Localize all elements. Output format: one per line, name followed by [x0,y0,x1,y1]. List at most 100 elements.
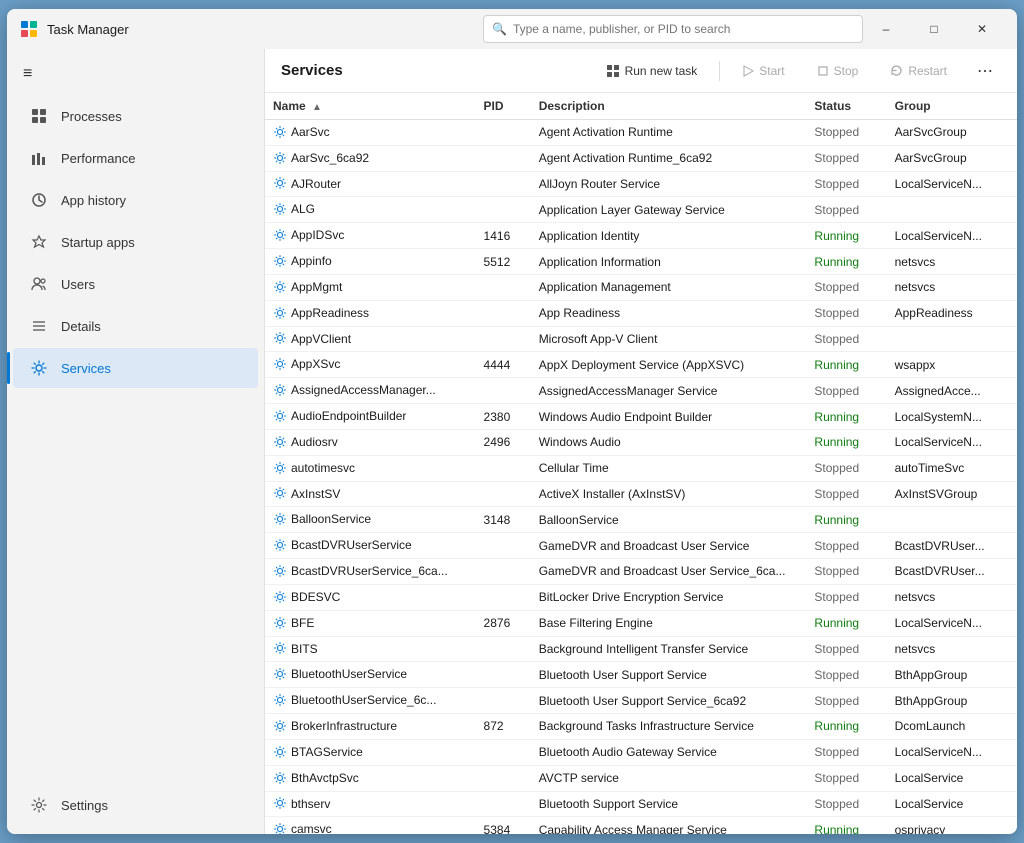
table-row[interactable]: BluetoothUserService_6c... Bluetooth Use… [265,688,1017,714]
cell-pid: 2496 [476,429,531,455]
cell-pid: 4444 [476,352,531,378]
table-row[interactable]: AppMgmt Application Management Stopped n… [265,274,1017,300]
services-table: Name ▲ PID Description Status Group AarS… [265,93,1017,834]
sidebar-item-processes[interactable]: Processes [13,96,258,136]
cell-name: AarSvc [265,120,476,146]
cell-description: BalloonService [531,507,807,533]
sidebar-item-settings[interactable]: Settings [13,785,258,825]
table-row[interactable]: BDESVC BitLocker Drive Encryption Servic… [265,584,1017,610]
sidebar-label-details: Details [61,319,101,334]
sidebar-item-details[interactable]: Details [13,306,258,346]
search-input[interactable] [513,22,854,36]
col-header-pid[interactable]: PID [476,93,531,120]
cell-name: BITS [265,636,476,662]
run-new-task-button[interactable]: Run new task [596,60,708,82]
cell-description: Windows Audio Endpoint Builder [531,404,807,430]
table-row[interactable]: AarSvc_6ca92 Agent Activation Runtime_6c… [265,145,1017,171]
hamburger-button[interactable]: ≡ [7,57,264,91]
table-row[interactable]: AudioEndpointBuilder 2380 Windows Audio … [265,404,1017,430]
cell-status: Stopped [806,300,886,326]
table-row[interactable]: BalloonService 3148 BalloonService Runni… [265,507,1017,533]
table-row[interactable]: BcastDVRUserService_6ca... GameDVR and B… [265,559,1017,585]
table-row[interactable]: AssignedAccessManager... AssignedAccessM… [265,378,1017,404]
table-row[interactable]: BITS Background Intelligent Transfer Ser… [265,636,1017,662]
table-row[interactable]: ALG Application Layer Gateway Service St… [265,197,1017,223]
cell-status: Stopped [806,481,886,507]
sidebar-label-processes: Processes [61,109,122,124]
table-row[interactable]: BcastDVRUserService GameDVR and Broadcas… [265,533,1017,559]
close-button[interactable]: ✕ [959,13,1005,45]
cell-pid: 3148 [476,507,531,533]
table-row[interactable]: AppXSvc 4444 AppX Deployment Service (Ap… [265,352,1017,378]
table-row[interactable]: BFE 2876 Base Filtering Engine Running L… [265,610,1017,636]
services-icon [29,358,49,378]
table-row[interactable]: bthserv Bluetooth Support Service Stoppe… [265,791,1017,817]
stop-icon [817,65,829,77]
table-row[interactable]: autotimesvc Cellular Time Stopped autoTi… [265,455,1017,481]
table-row[interactable]: AarSvc Agent Activation Runtime Stopped … [265,120,1017,146]
table-row[interactable]: BthAvctpSvc AVCTP service Stopped LocalS… [265,765,1017,791]
cell-status: Stopped [806,791,886,817]
col-header-group[interactable]: Group [887,93,1017,120]
cell-group [887,507,1017,533]
cell-name: AJRouter [265,171,476,197]
cell-pid [476,300,531,326]
cell-status: Stopped [806,662,886,688]
cell-description: Microsoft App-V Client [531,326,807,352]
restart-button[interactable]: Restart [880,60,957,82]
col-header-description[interactable]: Description [531,93,807,120]
table-row[interactable]: BrokerInfrastructure 872 Background Task… [265,714,1017,740]
cell-group: DcomLaunch [887,714,1017,740]
table-row[interactable]: AxInstSV ActiveX Installer (AxInstSV) St… [265,481,1017,507]
cell-status: Running [806,404,886,430]
start-button[interactable]: Start [732,60,794,82]
cell-group: netsvcs [887,636,1017,662]
sidebar-item-startup-apps[interactable]: Startup apps [13,222,258,262]
maximize-button[interactable]: □ [911,13,957,45]
titlebar: Task Manager 🔍 – □ ✕ [7,9,1017,49]
table-row[interactable]: AppVClient Microsoft App-V Client Stoppe… [265,326,1017,352]
minimize-button[interactable]: – [863,13,909,45]
table-row[interactable]: AJRouter AllJoyn Router Service Stopped … [265,171,1017,197]
cell-pid: 2380 [476,404,531,430]
cell-name: BluetoothUserService_6c... [265,688,476,714]
settings-icon [29,795,49,815]
table-row[interactable]: AppReadiness App Readiness Stopped AppRe… [265,300,1017,326]
table-row[interactable]: camsvc 5384 Capability Access Manager Se… [265,817,1017,834]
cell-status: Stopped [806,455,886,481]
col-header-name[interactable]: Name ▲ [265,93,476,120]
cell-description: Bluetooth User Support Service [531,662,807,688]
cell-name: BrokerInfrastructure [265,714,476,740]
toolbar-separator-1 [719,61,720,81]
cell-group: AppReadiness [887,300,1017,326]
cell-description: BitLocker Drive Encryption Service [531,584,807,610]
cell-description: AppX Deployment Service (AppXSVC) [531,352,807,378]
sidebar-item-performance[interactable]: Performance [13,138,258,178]
cell-pid [476,274,531,300]
cell-pid: 1416 [476,223,531,249]
table-row[interactable]: Audiosrv 2496 Windows Audio Running Loca… [265,429,1017,455]
cell-description: Bluetooth Audio Gateway Service [531,739,807,765]
services-table-container[interactable]: Name ▲ PID Description Status Group AarS… [265,93,1017,834]
sidebar-item-services[interactable]: Services [13,348,258,388]
window-title: Task Manager [47,22,483,37]
cell-description: Application Identity [531,223,807,249]
cell-description: App Readiness [531,300,807,326]
cell-group: netsvcs [887,249,1017,275]
col-header-status[interactable]: Status [806,93,886,120]
panel-header: Services Run new task Start [265,49,1017,93]
cell-name: Audiosrv [265,429,476,455]
search-bar[interactable]: 🔍 [483,15,863,43]
more-options-button[interactable]: ⋯ [969,57,1001,85]
cell-name: BcastDVRUserService [265,533,476,559]
sidebar-item-users[interactable]: Users [13,264,258,304]
stop-button[interactable]: Stop [807,60,869,82]
table-row[interactable]: AppIDSvc 1416 Application Identity Runni… [265,223,1017,249]
table-row[interactable]: BluetoothUserService Bluetooth User Supp… [265,662,1017,688]
cell-pid [476,378,531,404]
cell-name: Appinfo [265,249,476,275]
cell-group: BthAppGroup [887,688,1017,714]
table-row[interactable]: Appinfo 5512 Application Information Run… [265,249,1017,275]
sidebar-item-app-history[interactable]: App history [13,180,258,220]
table-row[interactable]: BTAGService Bluetooth Audio Gateway Serv… [265,739,1017,765]
